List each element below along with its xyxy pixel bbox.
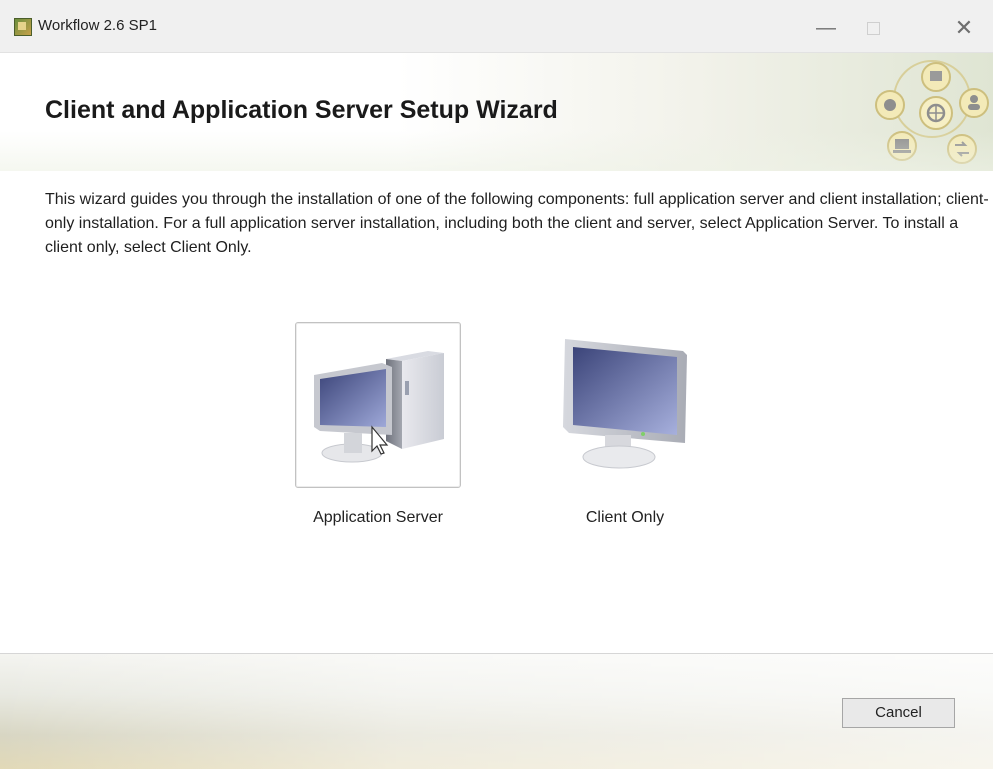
application-server-tile[interactable] [295, 322, 461, 488]
maximize-button[interactable] [849, 8, 895, 48]
setup-wizard-window: Workflow 2.6 SP1 — ✕ Client and Applicat… [0, 0, 993, 769]
option-application-server[interactable]: Application Server [295, 322, 461, 526]
close-button[interactable]: ✕ [941, 8, 987, 48]
network-hub-icon [875, 60, 989, 164]
header-banner: Client and Application Server Setup Wiza… [0, 53, 993, 171]
application-server-label[interactable]: Application Server [278, 509, 478, 527]
maximize-icon [867, 22, 880, 35]
intro-text: This wizard guides you through the insta… [45, 191, 989, 256]
page-title: Client and Application Server Setup Wiza… [45, 96, 558, 124]
app-icon [14, 18, 32, 36]
server-and-monitor-icon [314, 351, 444, 463]
cancel-button[interactable]: Cancel [842, 698, 955, 728]
client-only-tile[interactable] [542, 322, 708, 488]
footer-bar: Cancel [0, 653, 993, 769]
option-client-only[interactable]: Client Only [542, 322, 708, 526]
monitor-icon [563, 339, 687, 469]
minimize-button[interactable]: — [803, 8, 849, 48]
title-bar[interactable]: Workflow 2.6 SP1 — ✕ [0, 0, 993, 53]
client-only-label[interactable]: Client Only [525, 509, 725, 527]
window-title: Workflow 2.6 SP1 [38, 17, 157, 34]
